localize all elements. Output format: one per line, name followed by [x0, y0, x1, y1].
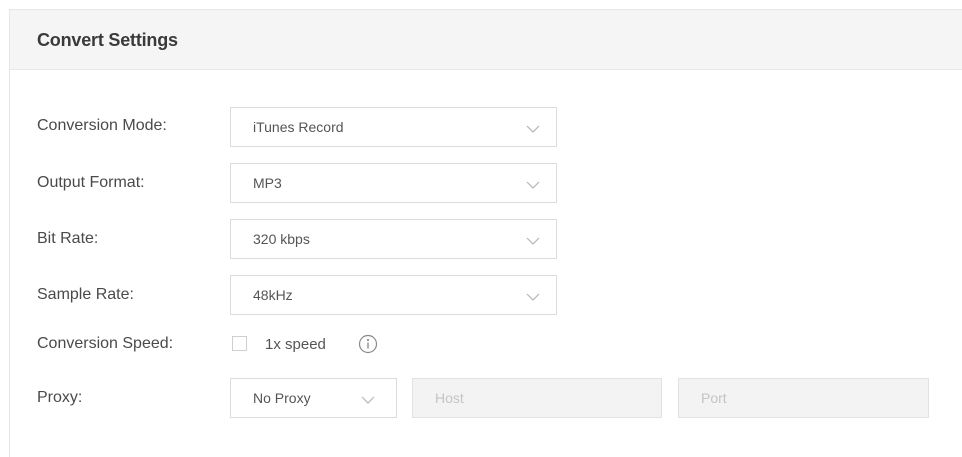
- proxy-label: Proxy:: [37, 389, 83, 406]
- speed-checkbox-label[interactable]: 1x speed: [265, 336, 326, 353]
- conversion-mode-label: Conversion Mode:: [37, 117, 167, 134]
- proxy-host-input[interactable]: [412, 378, 662, 418]
- panel-header: Convert Settings: [10, 10, 962, 70]
- chevron-down-icon: [526, 125, 540, 133]
- panel-title: Convert Settings: [37, 30, 178, 50]
- info-icon[interactable]: [358, 334, 378, 354]
- proxy-port-input[interactable]: [678, 378, 929, 418]
- proxy-select[interactable]: No Proxy: [230, 378, 397, 418]
- speed-checkbox[interactable]: [232, 336, 247, 351]
- output-format-label: Output Format:: [37, 174, 145, 191]
- proxy-value: No Proxy: [253, 390, 311, 406]
- conversion-mode-value: iTunes Record: [253, 119, 344, 135]
- conversion-mode-select[interactable]: iTunes Record: [230, 107, 557, 147]
- output-format-select[interactable]: MP3: [230, 163, 557, 203]
- output-format-value: MP3: [253, 175, 282, 191]
- chevron-down-icon: [526, 293, 540, 301]
- conversion-speed-label: Conversion Speed:: [37, 335, 174, 352]
- chevron-down-icon: [526, 237, 540, 245]
- chevron-down-icon: [526, 181, 540, 189]
- sample-rate-select[interactable]: 48kHz: [230, 275, 557, 315]
- bit-rate-value: 320 kbps: [253, 231, 310, 247]
- chevron-down-icon: [361, 396, 375, 404]
- sample-rate-value: 48kHz: [253, 287, 293, 303]
- bit-rate-label: Bit Rate:: [37, 230, 99, 247]
- bit-rate-select[interactable]: 320 kbps: [230, 219, 557, 259]
- sample-rate-label: Sample Rate:: [37, 286, 134, 303]
